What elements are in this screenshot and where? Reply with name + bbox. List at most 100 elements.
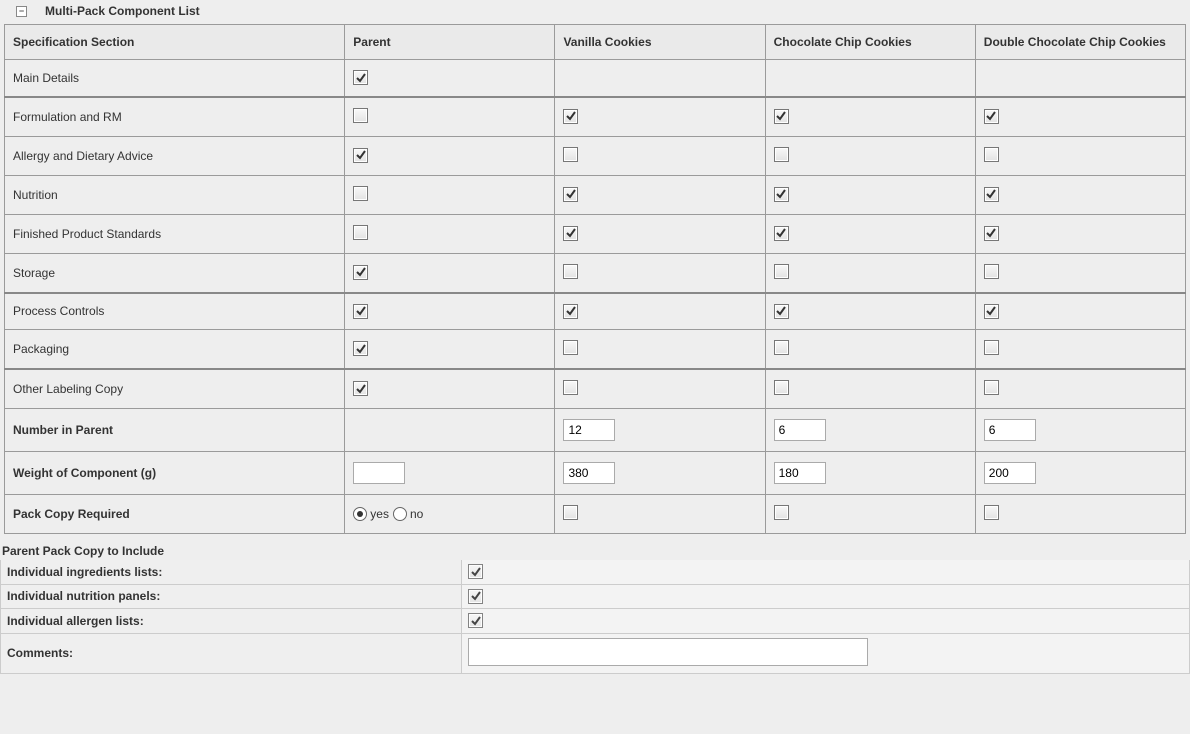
section-checkbox[interactable] (563, 304, 578, 319)
row-individual-allergen: Individual allergen lists: (0, 609, 1190, 634)
table-cell (555, 136, 765, 175)
section-checkbox[interactable] (984, 264, 999, 279)
table-cell (555, 293, 765, 330)
kv-label: Individual ingredients lists: (1, 561, 461, 583)
weight-input[interactable] (563, 462, 615, 484)
section-checkbox[interactable] (774, 264, 789, 279)
radio-label: yes (370, 507, 389, 521)
section-checkbox[interactable] (984, 380, 999, 395)
section-checkbox[interactable] (353, 265, 368, 280)
table-cell (975, 369, 1185, 409)
section-checkbox[interactable] (353, 225, 368, 240)
section-checkbox[interactable] (984, 505, 999, 520)
cell-chocolate (765, 452, 975, 495)
section-checkbox[interactable] (353, 148, 368, 163)
table-cell (975, 136, 1185, 175)
cell-double-chocolate (975, 495, 1185, 534)
weight-input[interactable] (774, 462, 826, 484)
table-row: Storage (5, 253, 1186, 293)
row-individual-nutrition: Individual nutrition panels: (0, 585, 1190, 610)
section-checkbox[interactable] (468, 564, 483, 579)
pack-copy-radios: yes no (353, 507, 546, 521)
section-checkbox[interactable] (353, 381, 368, 396)
table-cell (345, 369, 555, 409)
weight-input[interactable] (984, 462, 1036, 484)
table-cell (765, 175, 975, 214)
section-checkbox[interactable] (984, 304, 999, 319)
pack-copy-yes[interactable]: yes (353, 507, 389, 521)
panel-title: Multi-Pack Component List (45, 4, 200, 18)
table-cell (555, 330, 765, 370)
table-cell (345, 253, 555, 293)
weight-input[interactable] (353, 462, 405, 484)
section-checkbox[interactable] (984, 147, 999, 162)
row-label: Nutrition (5, 175, 345, 214)
table-row: Finished Product Standards (5, 214, 1186, 253)
table-cell (765, 60, 975, 97)
section-checkbox[interactable] (353, 70, 368, 85)
section-checkbox[interactable] (563, 147, 578, 162)
table-header-row: Specification Section Parent Vanilla Coo… (5, 25, 1186, 60)
table-cell (975, 253, 1185, 293)
table-cell (555, 369, 765, 409)
table-cell (765, 214, 975, 253)
table-cell (765, 136, 975, 175)
section-checkbox[interactable] (774, 187, 789, 202)
row-weight-of-component: Weight of Component (g) (5, 452, 1186, 495)
section-checkbox[interactable] (774, 380, 789, 395)
section-checkbox[interactable] (984, 187, 999, 202)
table-cell (975, 330, 1185, 370)
number-in-parent-input[interactable] (774, 419, 826, 441)
section-checkbox[interactable] (774, 109, 789, 124)
section-checkbox[interactable] (353, 341, 368, 356)
number-in-parent-input[interactable] (984, 419, 1036, 441)
section-checkbox[interactable] (774, 340, 789, 355)
section-checkbox[interactable] (468, 613, 483, 628)
table-row: Other Labeling Copy (5, 369, 1186, 409)
section-checkbox[interactable] (563, 109, 578, 124)
section-checkbox[interactable] (774, 226, 789, 241)
row-label: Weight of Component (g) (5, 452, 345, 495)
section-checkbox[interactable] (563, 264, 578, 279)
table-cell (765, 97, 975, 137)
section-checkbox[interactable] (353, 186, 368, 201)
section-checkbox[interactable] (984, 340, 999, 355)
section-checkbox[interactable] (563, 340, 578, 355)
cell-vanilla (555, 452, 765, 495)
table-cell (345, 293, 555, 330)
cell-chocolate (765, 409, 975, 452)
comments-textarea[interactable] (468, 638, 868, 666)
section-checkbox[interactable] (353, 304, 368, 319)
number-in-parent-input[interactable] (563, 419, 615, 441)
table-cell (975, 175, 1185, 214)
row-label: Number in Parent (5, 409, 345, 452)
section-checkbox[interactable] (774, 147, 789, 162)
collapse-icon[interactable]: − (16, 6, 27, 17)
cell-double-chocolate (975, 452, 1185, 495)
section-checkbox[interactable] (984, 226, 999, 241)
row-label: Formulation and RM (5, 97, 345, 137)
section-checkbox[interactable] (563, 187, 578, 202)
row-label: Other Labeling Copy (5, 369, 345, 409)
table-cell (555, 253, 765, 293)
table-row: Process Controls (5, 293, 1186, 330)
section-checkbox[interactable] (774, 505, 789, 520)
section-checkbox[interactable] (563, 505, 578, 520)
section-checkbox[interactable] (468, 589, 483, 604)
col-specification-section: Specification Section (5, 25, 345, 60)
cell-parent (345, 409, 555, 452)
col-parent: Parent (345, 25, 555, 60)
section-checkbox[interactable] (353, 108, 368, 123)
section-checkbox[interactable] (563, 226, 578, 241)
section-checkbox[interactable] (984, 109, 999, 124)
section-checkbox[interactable] (774, 304, 789, 319)
pack-copy-no[interactable]: no (393, 507, 423, 521)
kv-label: Individual allergen lists: (1, 610, 461, 632)
row-number-in-parent: Number in Parent (5, 409, 1186, 452)
table-cell (975, 293, 1185, 330)
table-cell (975, 60, 1185, 97)
cell-vanilla (555, 409, 765, 452)
section-checkbox[interactable] (563, 380, 578, 395)
col-double-chocolate-chip-cookies: Double Chocolate Chip Cookies (975, 25, 1185, 60)
cell-double-chocolate (975, 409, 1185, 452)
